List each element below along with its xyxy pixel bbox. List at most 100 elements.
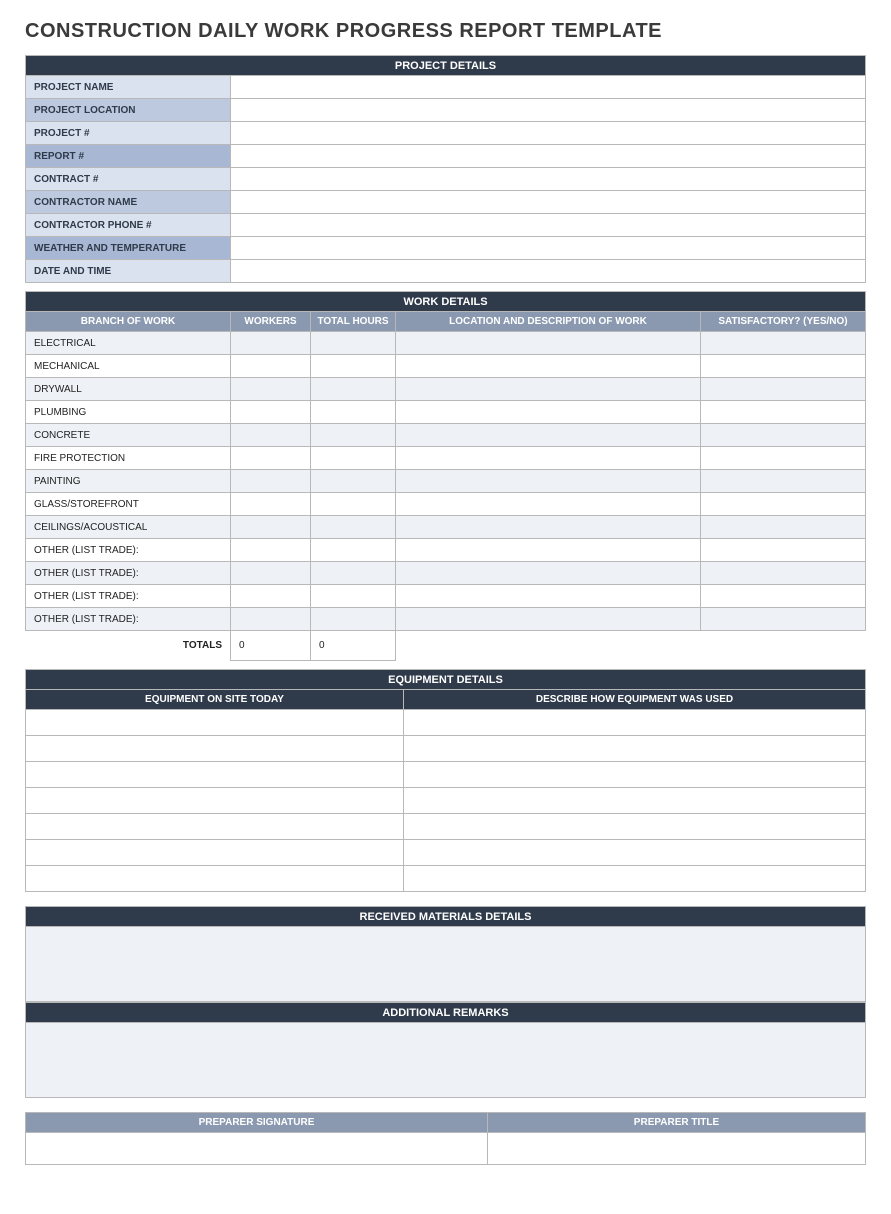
work-row: ELECTRICAL	[26, 332, 866, 355]
work-branch-label: OTHER (LIST TRADE):	[26, 585, 231, 608]
equipment-used-cell[interactable]	[404, 762, 866, 788]
equipment-onsite-cell[interactable]	[26, 840, 404, 866]
work-satisfactory-cell[interactable]	[701, 332, 866, 355]
work-location-cell[interactable]	[396, 447, 701, 470]
work-location-cell[interactable]	[396, 585, 701, 608]
work-location-cell[interactable]	[396, 401, 701, 424]
work-satisfactory-cell[interactable]	[701, 378, 866, 401]
project-detail-value[interactable]	[231, 76, 866, 99]
work-workers-cell[interactable]	[231, 516, 311, 539]
equipment-used-cell[interactable]	[404, 736, 866, 762]
additional-remarks-table: ADDITIONAL REMARKS	[25, 1002, 866, 1098]
work-branch-label: PLUMBING	[26, 401, 231, 424]
project-detail-value[interactable]	[231, 122, 866, 145]
work-satisfactory-cell[interactable]	[701, 424, 866, 447]
equipment-onsite-cell[interactable]	[26, 788, 404, 814]
project-detail-value[interactable]	[231, 237, 866, 260]
work-hours-cell[interactable]	[311, 539, 396, 562]
work-satisfactory-cell[interactable]	[701, 562, 866, 585]
equipment-onsite-cell[interactable]	[26, 710, 404, 736]
work-workers-cell[interactable]	[231, 401, 311, 424]
totals-hours[interactable]: 0	[311, 631, 396, 661]
work-location-cell[interactable]	[396, 539, 701, 562]
additional-remarks-box[interactable]	[26, 1023, 866, 1098]
work-workers-cell[interactable]	[231, 447, 311, 470]
work-satisfactory-cell[interactable]	[701, 447, 866, 470]
work-hours-cell[interactable]	[311, 516, 396, 539]
work-satisfactory-cell[interactable]	[701, 585, 866, 608]
project-detail-value[interactable]	[231, 214, 866, 237]
equipment-used-cell[interactable]	[404, 710, 866, 736]
work-hours-cell[interactable]	[311, 470, 396, 493]
work-satisfactory-cell[interactable]	[701, 493, 866, 516]
work-location-cell[interactable]	[396, 470, 701, 493]
equipment-used-cell[interactable]	[404, 814, 866, 840]
project-detail-value[interactable]	[231, 145, 866, 168]
work-hours-cell[interactable]	[311, 493, 396, 516]
totals-label: TOTALS	[26, 631, 231, 661]
totals-workers[interactable]: 0	[231, 631, 311, 661]
work-workers-cell[interactable]	[231, 608, 311, 631]
work-workers-cell[interactable]	[231, 378, 311, 401]
col-equipment-onsite: EQUIPMENT ON SITE TODAY	[26, 690, 404, 710]
equipment-used-cell[interactable]	[404, 866, 866, 892]
preparer-title-cell[interactable]	[488, 1133, 866, 1165]
work-workers-cell[interactable]	[231, 470, 311, 493]
equipment-onsite-cell[interactable]	[26, 814, 404, 840]
received-materials-box[interactable]	[26, 927, 866, 1002]
work-hours-cell[interactable]	[311, 608, 396, 631]
work-location-cell[interactable]	[396, 424, 701, 447]
project-detail-value[interactable]	[231, 260, 866, 283]
work-hours-cell[interactable]	[311, 401, 396, 424]
work-hours-cell[interactable]	[311, 447, 396, 470]
work-satisfactory-cell[interactable]	[701, 539, 866, 562]
work-workers-cell[interactable]	[231, 332, 311, 355]
work-row: FIRE PROTECTION	[26, 447, 866, 470]
equipment-used-cell[interactable]	[404, 840, 866, 866]
work-satisfactory-cell[interactable]	[701, 470, 866, 493]
work-satisfactory-cell[interactable]	[701, 401, 866, 424]
project-detail-value[interactable]	[231, 191, 866, 214]
work-hours-cell[interactable]	[311, 585, 396, 608]
col-location: LOCATION AND DESCRIPTION OF WORK	[396, 312, 701, 332]
work-workers-cell[interactable]	[231, 355, 311, 378]
work-hours-cell[interactable]	[311, 355, 396, 378]
work-row: OTHER (LIST TRADE):	[26, 585, 866, 608]
work-hours-cell[interactable]	[311, 424, 396, 447]
work-workers-cell[interactable]	[231, 585, 311, 608]
work-workers-cell[interactable]	[231, 493, 311, 516]
equipment-onsite-cell[interactable]	[26, 736, 404, 762]
project-detail-label: WEATHER AND TEMPERATURE	[26, 237, 231, 260]
equipment-row	[26, 710, 866, 736]
work-location-cell[interactable]	[396, 493, 701, 516]
work-workers-cell[interactable]	[231, 562, 311, 585]
work-workers-cell[interactable]	[231, 424, 311, 447]
equipment-row	[26, 840, 866, 866]
equipment-details-header: EQUIPMENT DETAILS	[26, 670, 866, 690]
project-detail-label: CONTRACTOR NAME	[26, 191, 231, 214]
work-location-cell[interactable]	[396, 608, 701, 631]
work-location-cell[interactable]	[396, 355, 701, 378]
project-detail-label: PROJECT NAME	[26, 76, 231, 99]
work-hours-cell[interactable]	[311, 562, 396, 585]
project-detail-label: CONTRACT #	[26, 168, 231, 191]
work-hours-cell[interactable]	[311, 332, 396, 355]
work-details-header: WORK DETAILS	[26, 292, 866, 312]
work-location-cell[interactable]	[396, 562, 701, 585]
equipment-used-cell[interactable]	[404, 788, 866, 814]
work-hours-cell[interactable]	[311, 378, 396, 401]
work-location-cell[interactable]	[396, 332, 701, 355]
project-detail-value[interactable]	[231, 99, 866, 122]
work-satisfactory-cell[interactable]	[701, 608, 866, 631]
project-detail-value[interactable]	[231, 168, 866, 191]
work-branch-label: FIRE PROTECTION	[26, 447, 231, 470]
work-workers-cell[interactable]	[231, 539, 311, 562]
work-location-cell[interactable]	[396, 378, 701, 401]
work-satisfactory-cell[interactable]	[701, 516, 866, 539]
work-row: CONCRETE	[26, 424, 866, 447]
work-location-cell[interactable]	[396, 516, 701, 539]
preparer-signature-cell[interactable]	[26, 1133, 488, 1165]
work-satisfactory-cell[interactable]	[701, 355, 866, 378]
equipment-onsite-cell[interactable]	[26, 762, 404, 788]
equipment-onsite-cell[interactable]	[26, 866, 404, 892]
